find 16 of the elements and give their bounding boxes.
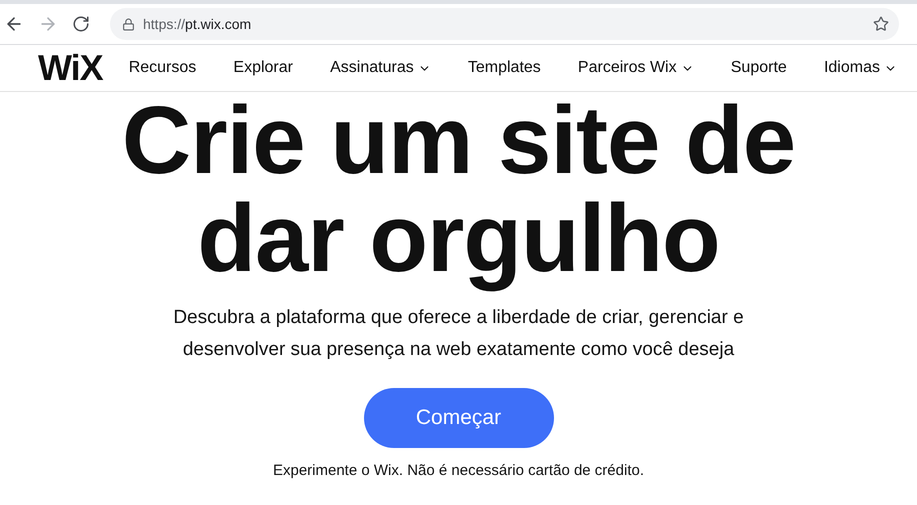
subtitle: Descubra a plataforma que oferece a liberdade de criar, gerenciar e desenvolver sua presença na web exatamente como você deseja: [173, 306, 744, 362]
reload-icon[interactable]: [72, 15, 90, 33]
nav-link[interactable]: Idiomas: [824, 59, 897, 77]
logo[interactable]: WiX: [38, 47, 103, 89]
headline: Crie um site de dar orgulho: [122, 92, 796, 294]
star-icon[interactable]: [873, 16, 889, 32]
nav-link[interactable]: Templates: [468, 59, 541, 77]
nav-link[interactable]: Explorar: [233, 59, 293, 77]
nav-link[interactable]: Suporte: [730, 59, 787, 77]
nav-link[interactable]: Assinaturas: [330, 59, 431, 77]
lock-icon: [122, 18, 135, 30]
start-button[interactable]: Começar: [364, 388, 554, 448]
note-text: Experimente o Wix. Não é necessário cartão de crédito.: [272, 462, 644, 479]
nav-link[interactable]: Recursos: [128, 59, 196, 77]
nav-link[interactable]: Parceiros Wix: [578, 59, 694, 77]
address-bar[interactable]: https://pt.wix.com: [110, 8, 899, 40]
